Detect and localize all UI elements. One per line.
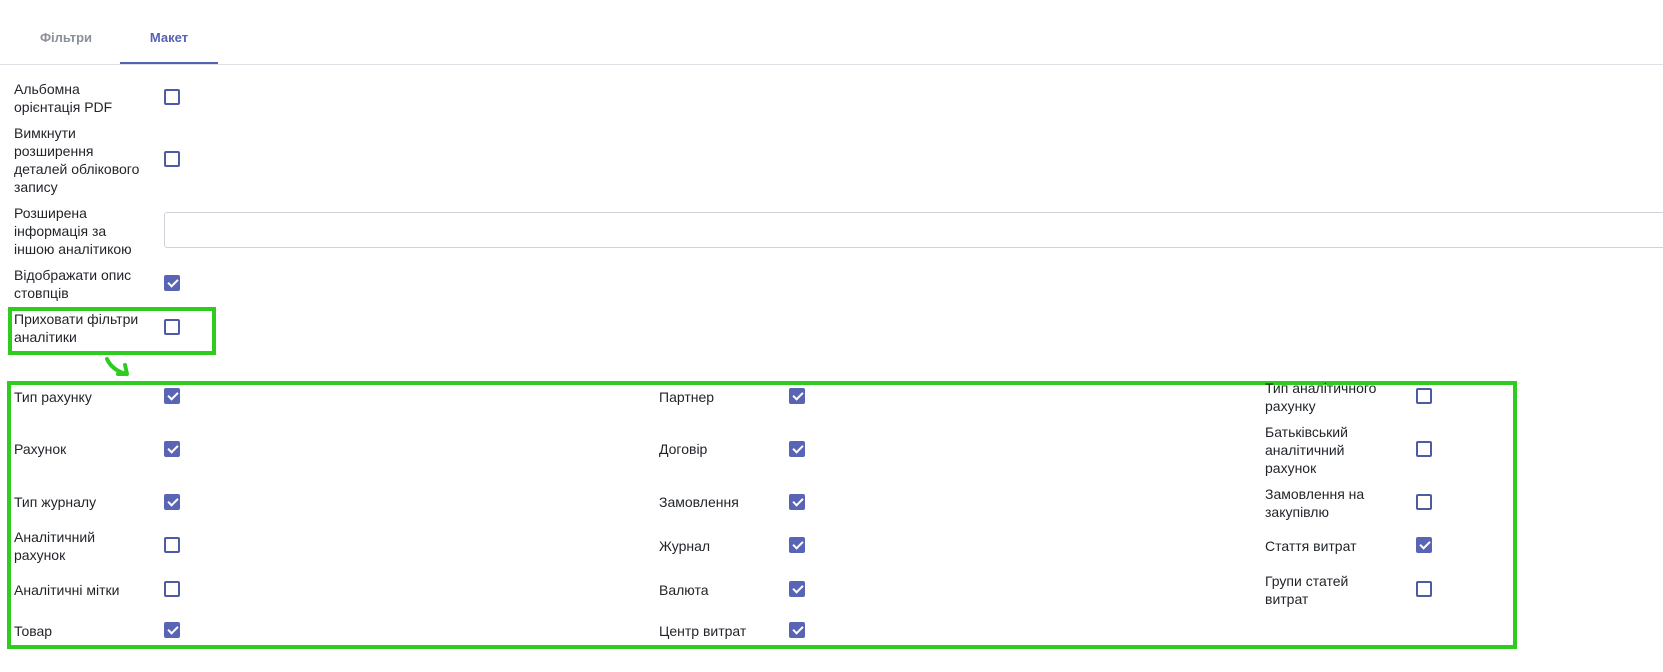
- filter-label-journal-type: Тип журналу: [14, 494, 97, 510]
- filter-label-account-type: Тип рахунку: [14, 389, 92, 405]
- tab-filters[interactable]: Фільтри: [24, 30, 108, 64]
- filter-checkbox-partner[interactable]: [789, 388, 805, 404]
- filter-checkbox-analytic-tags[interactable]: [164, 581, 180, 597]
- filter-label-analytic-account-type: Тип аналітичного рахунку: [1265, 380, 1377, 414]
- filter-label-contract: Договір: [659, 441, 708, 457]
- show-column-desc-checkbox[interactable]: [164, 275, 180, 291]
- filter-checkbox-account[interactable]: [164, 441, 180, 457]
- filter-label-order: Замовлення: [659, 494, 739, 510]
- filter-label-analytic-tags: Аналітичні мітки: [14, 582, 120, 598]
- filter-checkbox-expense-item[interactable]: [1416, 537, 1432, 553]
- filter-label-currency: Валюта: [659, 582, 709, 598]
- filter-checkbox-cost-center[interactable]: [789, 622, 805, 638]
- filter-label-partner: Партнер: [659, 389, 715, 405]
- landscape-pdf-label: Альбомна орієнтація PDF: [14, 81, 113, 115]
- tab-bar: Фільтри Макет: [0, 0, 1663, 65]
- filter-checkbox-contract[interactable]: [789, 441, 805, 457]
- extended-info-label: Розширена інформація за іншою аналітикою: [14, 205, 132, 257]
- filter-checkbox-journal-type[interactable]: [164, 494, 180, 510]
- filter-label-expense-item-groups: Групи статей витрат: [1265, 573, 1349, 607]
- filter-checkbox-journal[interactable]: [789, 537, 805, 553]
- filter-label-journal: Журнал: [659, 538, 711, 554]
- filter-checkbox-analytic-account-type[interactable]: [1416, 388, 1432, 404]
- filter-label-purchase-order: Замовлення на закупівлю: [1265, 486, 1365, 520]
- extended-info-input[interactable]: [164, 212, 1663, 248]
- filter-checkbox-purchase-order[interactable]: [1416, 494, 1432, 510]
- filter-label-cost-center: Центр витрат: [659, 623, 747, 639]
- filter-label-parent-analytic-account: Батьківський аналітичний рахунок: [1265, 424, 1348, 476]
- filter-checkbox-parent-analytic-account[interactable]: [1416, 441, 1432, 457]
- filter-label-expense-item: Стаття витрат: [1265, 538, 1357, 554]
- highlight-box-hide-filters: [8, 307, 216, 355]
- disable-account-details-label: Вимкнути розширення деталей облікового з…: [14, 125, 140, 195]
- tab-layout[interactable]: Макет: [120, 30, 218, 64]
- filter-checkbox-currency[interactable]: [789, 581, 805, 597]
- disable-account-details-checkbox[interactable]: [164, 151, 180, 167]
- filter-label-product: Товар: [14, 623, 53, 639]
- filter-label-analytic-account: Аналітичний рахунок: [14, 529, 96, 563]
- filter-checkbox-product[interactable]: [164, 622, 180, 638]
- filter-checkbox-order[interactable]: [789, 494, 805, 510]
- filter-label-account: Рахунок: [14, 441, 67, 457]
- arrow-down-right-icon: [105, 357, 129, 376]
- landscape-pdf-checkbox[interactable]: [164, 89, 180, 105]
- filter-checkbox-expense-item-groups[interactable]: [1416, 581, 1432, 597]
- filter-checkbox-analytic-account[interactable]: [164, 537, 180, 553]
- filter-checkbox-account-type[interactable]: [164, 388, 180, 404]
- show-column-desc-label: Відображати опис стовпців: [14, 267, 132, 301]
